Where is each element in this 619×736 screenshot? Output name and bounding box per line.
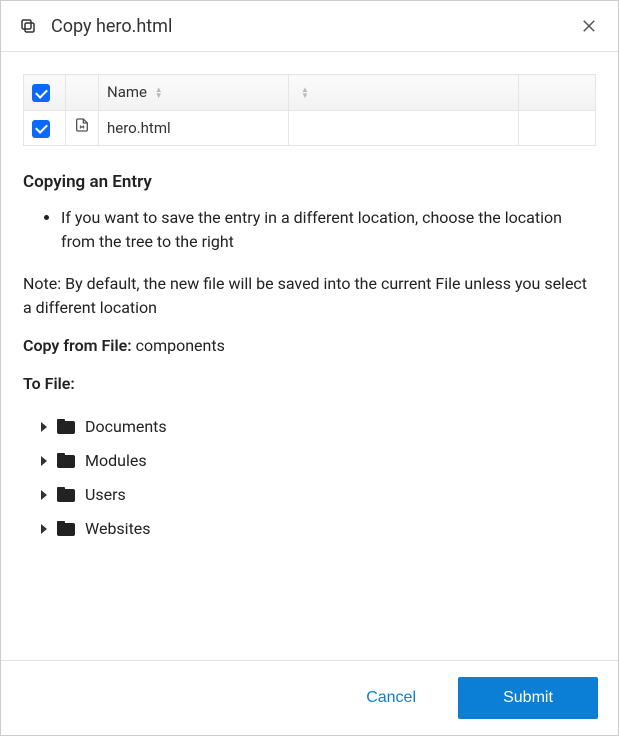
col-4-header[interactable]: ▲▼ [289, 75, 519, 111]
folder-icon [57, 453, 75, 468]
copy-from-value: components [136, 336, 225, 355]
row-col4 [289, 110, 519, 146]
tree-item-label: Users [85, 483, 126, 507]
sort-icon: ▲▼ [301, 87, 309, 99]
file-table: Name ▲▼ ▲▼ [23, 74, 596, 146]
to-file-row: To File: [23, 372, 596, 396]
col-icon-header [66, 75, 99, 111]
help-bullets: If you want to save the entry in a diffe… [23, 206, 596, 254]
select-all-checkbox[interactable] [32, 84, 50, 102]
folder-icon [57, 521, 75, 536]
tree-item-label: Websites [85, 517, 151, 541]
tree-item-label: Documents [85, 415, 167, 439]
tree-item-users[interactable]: Users [41, 478, 596, 512]
help-heading: Copying an Entry [23, 170, 596, 196]
help-note: Note: By default, the new file will be s… [23, 272, 596, 320]
to-file-label: To File: [23, 374, 75, 393]
folder-tree: Documents Modules Users Websites [41, 410, 596, 546]
col-select-all[interactable] [24, 75, 66, 111]
close-button[interactable] [578, 15, 600, 37]
chevron-right-icon [41, 456, 47, 466]
tree-item-documents[interactable]: Documents [41, 410, 596, 444]
sort-icon: ▲▼ [155, 87, 163, 99]
submit-button[interactable]: Submit [458, 677, 598, 719]
help-bullet: If you want to save the entry in a diffe… [61, 206, 596, 254]
table-row[interactable]: hero.html [24, 110, 596, 146]
tree-item-websites[interactable]: Websites [41, 512, 596, 546]
tree-item-modules[interactable]: Modules [41, 444, 596, 478]
dialog-footer: Cancel Submit [1, 660, 618, 735]
file-icon [74, 119, 90, 137]
row-filename: hero.html [99, 110, 289, 146]
cancel-button[interactable]: Cancel [338, 677, 444, 719]
copy-from-label: Copy from File: [23, 336, 132, 355]
folder-icon [57, 419, 75, 434]
copy-dialog: Copy hero.html Name ▲▼ [0, 0, 619, 736]
copy-icon [19, 17, 37, 35]
chevron-right-icon [41, 490, 47, 500]
col-5-header [519, 75, 596, 111]
copy-from-row: Copy from File: components [23, 334, 596, 358]
folder-icon [57, 487, 75, 502]
tree-item-label: Modules [85, 449, 147, 473]
chevron-right-icon [41, 422, 47, 432]
col-name-header[interactable]: Name ▲▼ [99, 75, 289, 111]
chevron-right-icon [41, 524, 47, 534]
row-col5 [519, 110, 596, 146]
dialog-header: Copy hero.html [1, 1, 618, 52]
row-checkbox[interactable] [32, 120, 50, 138]
dialog-title: Copy hero.html [51, 16, 172, 37]
dialog-body: Name ▲▼ ▲▼ [1, 52, 618, 660]
name-header-label: Name [107, 83, 147, 101]
